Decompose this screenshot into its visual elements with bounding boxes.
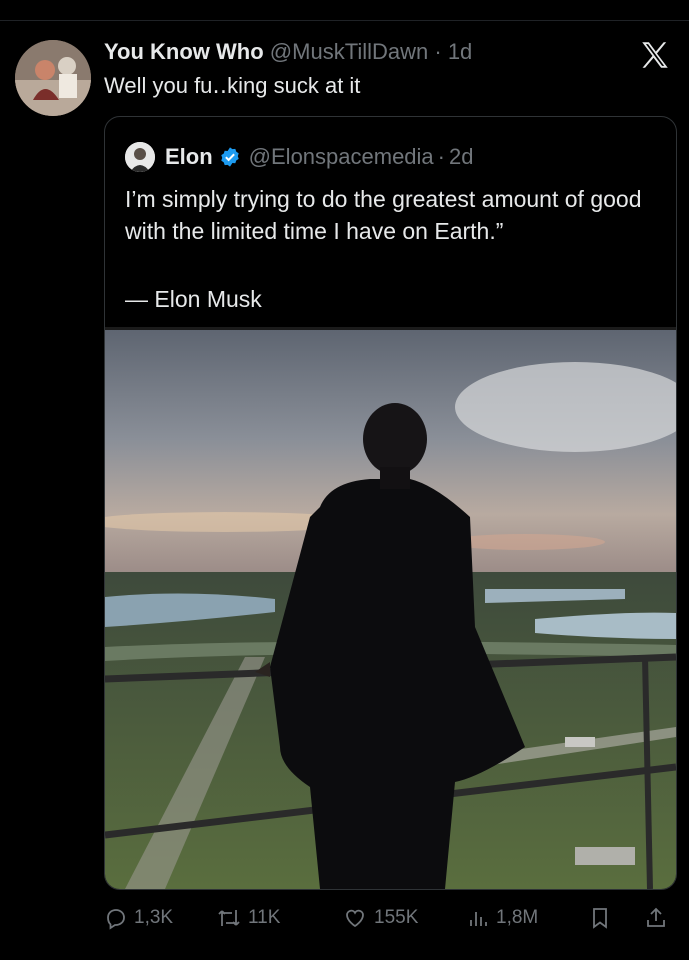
- repost-button[interactable]: 11K: [216, 898, 280, 938]
- tweet-text: Well you fu․․king suck at it: [104, 73, 361, 98]
- like-count: 155K: [374, 907, 419, 928]
- quote-attribution: — Elon Musk: [125, 286, 262, 312]
- author-name[interactable]: You Know Who: [104, 39, 264, 64]
- author-avatar[interactable]: [15, 40, 91, 116]
- quote-time[interactable]: 2d: [449, 143, 473, 171]
- views-button[interactable]: 1,8M: [466, 898, 538, 938]
- quote-avatar[interactable]: [125, 142, 155, 172]
- quote-avatar-photo-icon: [125, 142, 155, 172]
- bookmark-icon: [593, 908, 607, 929]
- author-handle[interactable]: @MuskTillDawn: [270, 39, 428, 64]
- man-on-balcony-photo[interactable]: [105, 327, 676, 889]
- tweet-header: You Know Who @MuskTillDawn · 1d: [104, 38, 472, 66]
- quote-author-name[interactable]: Elon: [165, 143, 213, 171]
- share-button[interactable]: [644, 898, 674, 938]
- heart-icon: [346, 909, 364, 928]
- reply-count: 1,3K: [134, 907, 174, 928]
- x-logo-icon[interactable]: [638, 38, 672, 72]
- tweet-actions: 1,3K 11K 155K 1,8M: [104, 898, 679, 938]
- reply-button[interactable]: 1,3K: [104, 898, 173, 938]
- avatar-photo-icon: [15, 40, 91, 116]
- quote-author-handle[interactable]: @Elonspacemedia: [249, 143, 434, 171]
- analytics-icon: [470, 912, 487, 926]
- quote-header: Elon @Elonspacemedia · 2d: [125, 142, 473, 172]
- reply-icon: [107, 909, 125, 930]
- share-icon: [647, 907, 665, 927]
- repost-count: 11K: [248, 907, 281, 928]
- quoted-tweet[interactable]: Elon @Elonspacemedia · 2d I’m simply try…: [104, 116, 677, 890]
- divider: [0, 20, 689, 21]
- quote-text: I’m simply trying to do the greatest amo…: [125, 186, 642, 244]
- header-separator: ·: [434, 39, 442, 64]
- bookmark-button[interactable]: [588, 898, 618, 938]
- view-count: 1,8M: [496, 907, 539, 928]
- quote-header-separator: ·: [437, 144, 445, 169]
- like-button[interactable]: 155K: [342, 898, 418, 938]
- verified-badge-icon: [219, 146, 241, 168]
- tweet-time[interactable]: 1d: [448, 39, 472, 64]
- repost-icon: [218, 910, 240, 926]
